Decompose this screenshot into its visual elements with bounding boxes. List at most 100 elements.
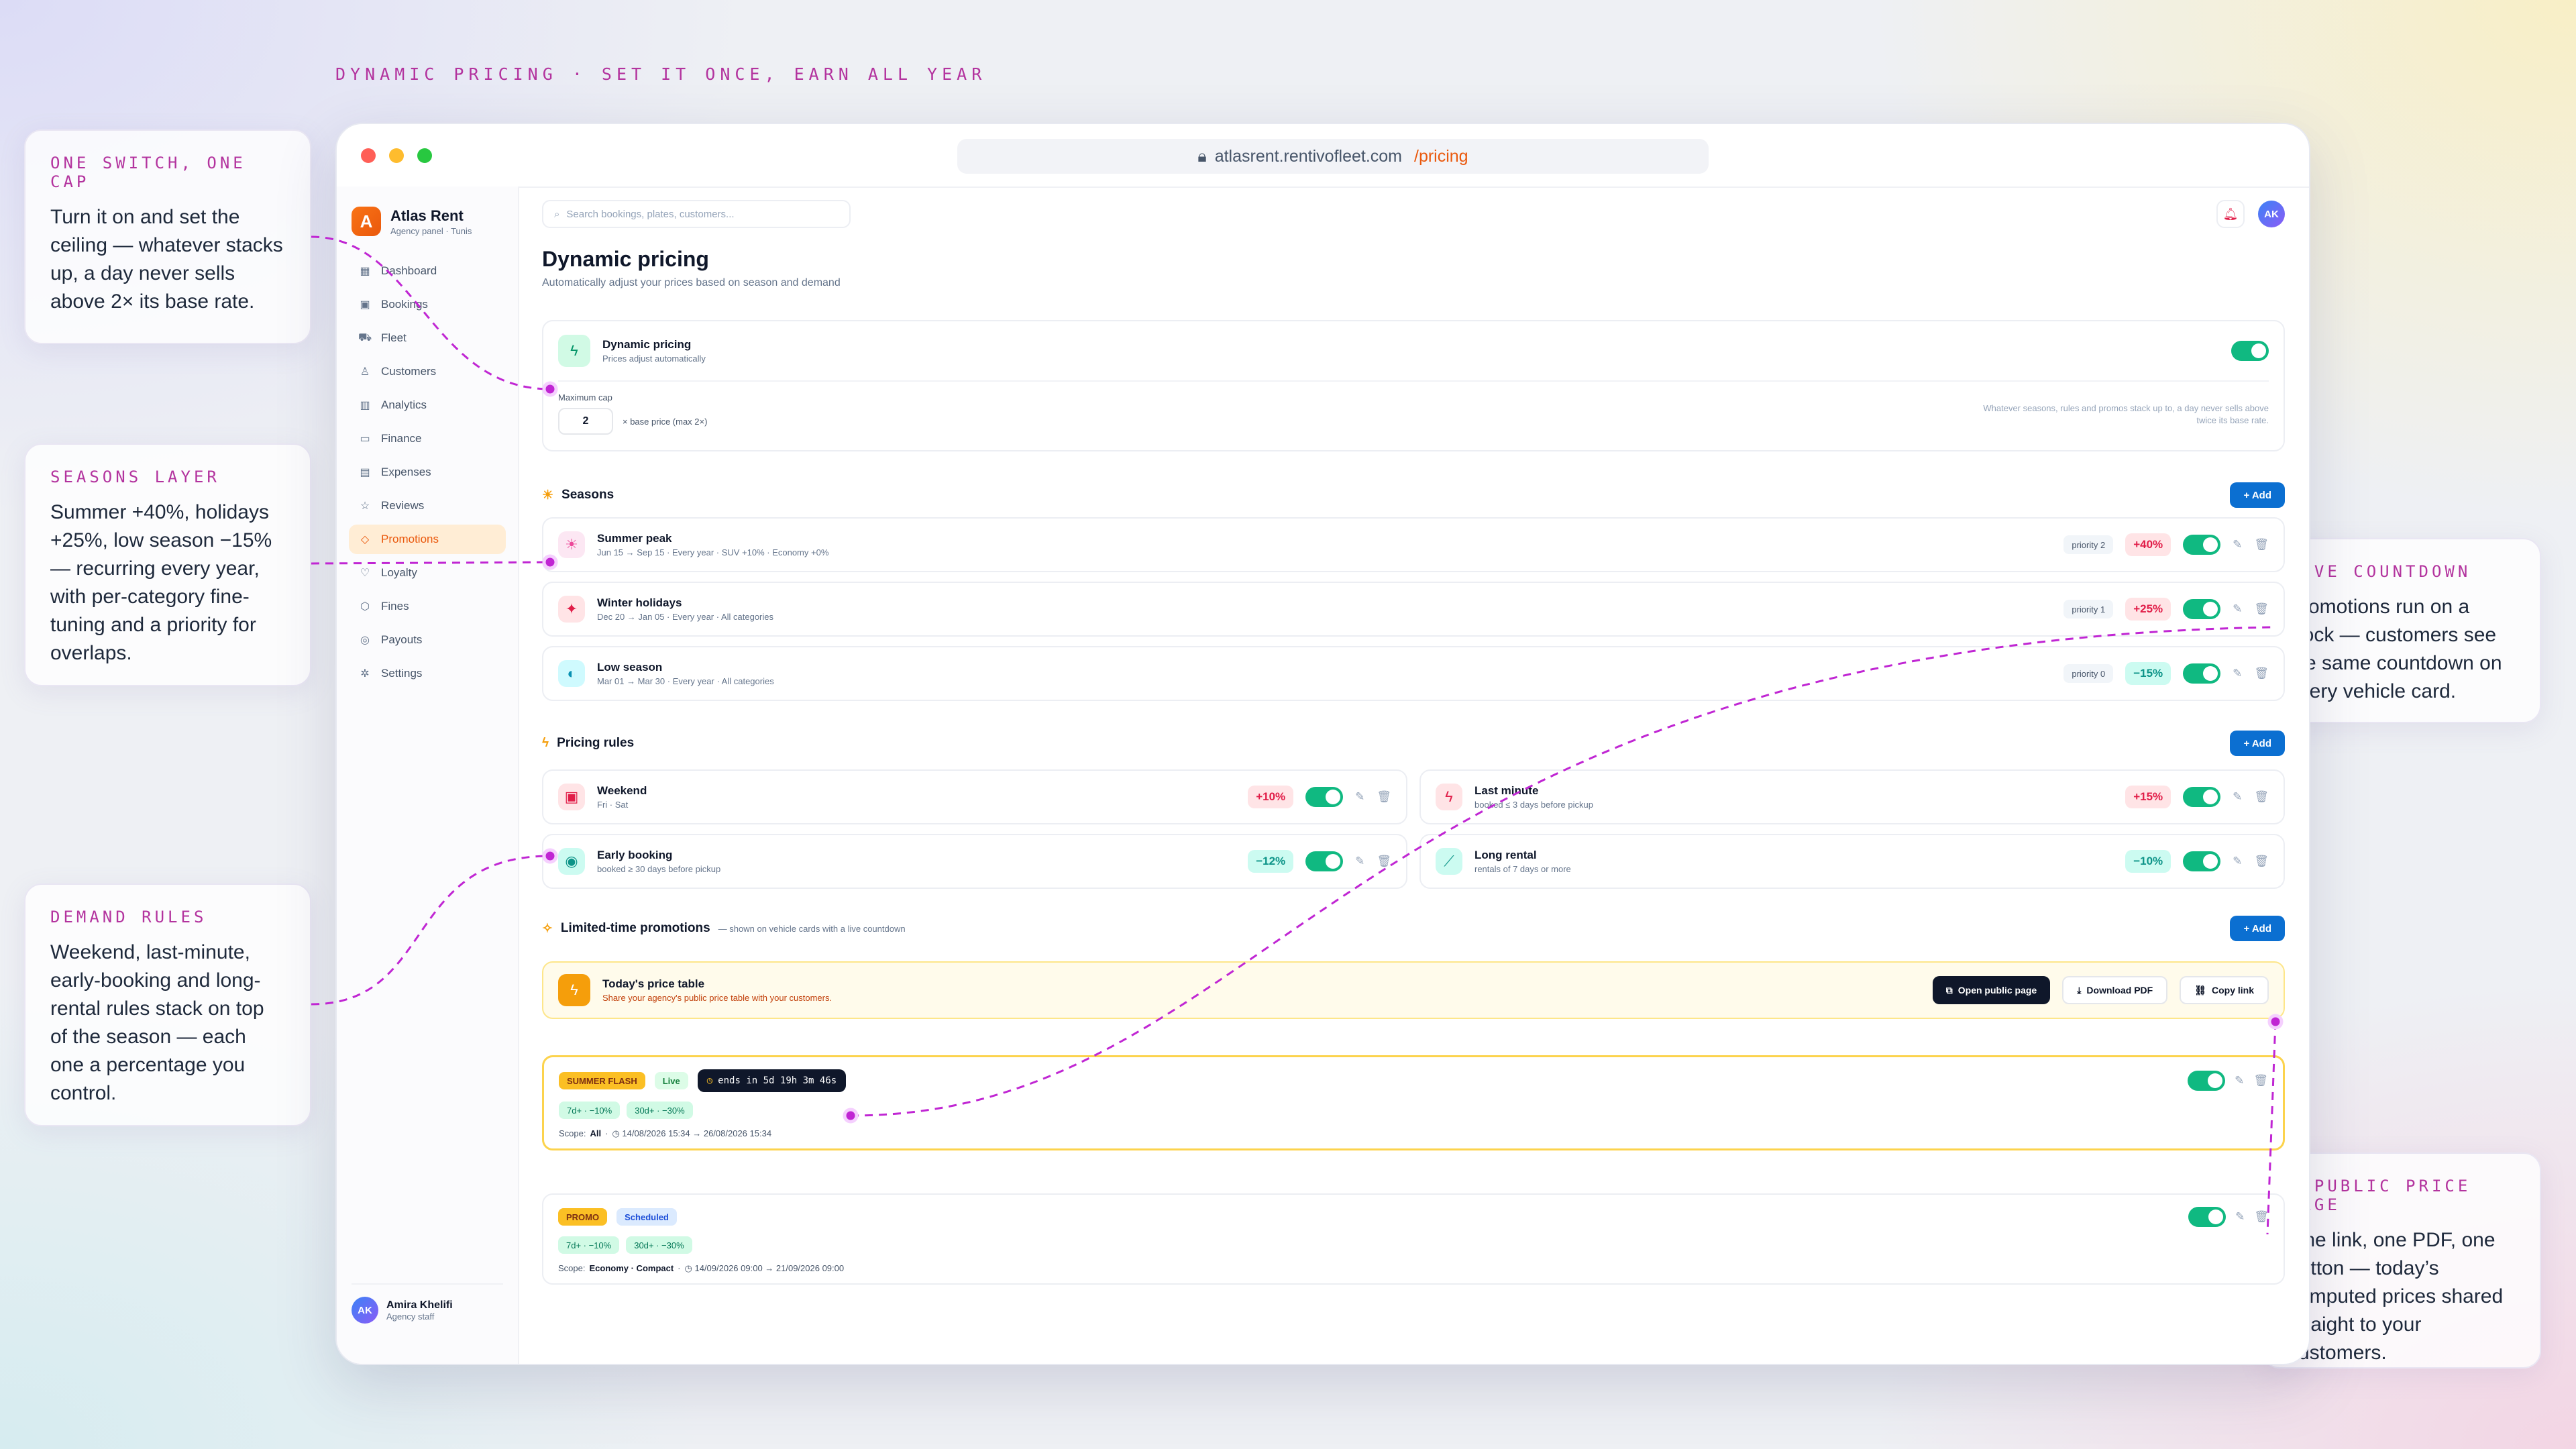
delete-icon[interactable]: 🗑︎	[1377, 855, 1391, 868]
delete-icon[interactable]: 🗑︎	[2254, 602, 2269, 616]
sidebar-item-fleet[interactable]: ⛟ Fleet	[349, 323, 506, 353]
sidebar-item-label: Analytics	[381, 398, 427, 411]
cap-input[interactable]: 2	[558, 408, 613, 435]
season-card[interactable]: ✦ Winter holidays Dec 20 → Jan 05 · Every …	[542, 582, 2285, 637]
callout-demand-rules: DEMAND RULES Weekend, last-minute, early…	[24, 883, 311, 1126]
edit-icon[interactable]: ✎	[2233, 790, 2242, 804]
copy-link-button[interactable]: ⛓ Copy link	[2180, 976, 2269, 1004]
zoom-dot[interactable]	[417, 148, 432, 163]
rule-toggle[interactable]	[2183, 787, 2221, 807]
promotions-list: SUMMER FLASH Live ◷ ends in 5d 19h 3m 46s ✎ 🗑…	[542, 1055, 2285, 1285]
sidebar-item-loyalty[interactable]: ♡ Loyalty	[349, 558, 506, 588]
rule-meta: booked ≥ 30 days before pickup	[597, 864, 721, 874]
callout-title: SEASONS LAYER	[50, 468, 220, 486]
search-input[interactable]: ⌕ Search bookings, plates, customers...	[542, 200, 851, 228]
rule-toggle[interactable]	[1305, 851, 1344, 871]
promo-toggle[interactable]	[2188, 1207, 2226, 1227]
callout-title: LIVE COUNTDOWN	[2288, 562, 2471, 581]
sidebar: A Atlas Rent Agency panel · Tunis ▦ Dashb…	[337, 186, 519, 1364]
price-table-subtitle: Share your agency's public price table w…	[602, 993, 833, 1003]
rules-header: ϟ Pricing rules + Add	[542, 731, 2285, 756]
sidebar-item-payouts[interactable]: ◎ Payouts	[349, 625, 506, 655]
season-icon: ◐	[558, 660, 585, 687]
add-rule-button[interactable]: + Add	[2230, 731, 2285, 756]
sidebar-item-label: Fines	[381, 600, 409, 612]
delete-icon[interactable]: 🗑︎	[1377, 790, 1391, 804]
sidebar-item-dashboard[interactable]: ▦ Dashboard	[349, 256, 506, 286]
close-dot[interactable]	[361, 148, 376, 163]
callout-one-switch: ONE SWITCH, ONE CAP Turn it on and set t…	[24, 129, 311, 344]
rule-card[interactable]: ◉ Early booking booked ≥ 30 days before pi…	[542, 834, 1407, 889]
season-toggle[interactable]	[2183, 599, 2221, 619]
brand-subtitle: Agency panel · Tunis	[390, 225, 472, 236]
open-public-page-button[interactable]: ⧉ Open public page	[1932, 976, 2051, 1004]
user-name: Amira Khelifi	[386, 1299, 453, 1311]
delete-icon[interactable]: 🗑︎	[2254, 1210, 2269, 1224]
header-avatar[interactable]: AK	[2258, 201, 2285, 227]
rule-toggle[interactable]	[2183, 851, 2221, 871]
bolt-icon: ϟ	[558, 974, 590, 1006]
url-bar[interactable]: 🔒︎ atlasrent.rentivofleet.com /pricing	[957, 139, 1709, 174]
season-toggle[interactable]	[2183, 663, 2221, 684]
dynamic-pricing-toggle[interactable]	[2231, 341, 2269, 361]
callout-body: Promotions run on a clock — customers se…	[2288, 596, 2502, 702]
promos-note: — shown on vehicle cards with a live cou…	[718, 923, 906, 934]
add-promotion-button[interactable]: + Add	[2230, 916, 2285, 941]
season-card[interactable]: ◐ Low season Mar 01 → Mar 30 · Every year …	[542, 646, 2285, 701]
edit-icon[interactable]: ✎	[2233, 602, 2242, 616]
delete-icon[interactable]: 🗑︎	[2254, 538, 2269, 551]
edit-icon[interactable]: ✎	[2233, 667, 2242, 680]
sidebar-item-label: Fleet	[381, 331, 407, 344]
delete-icon[interactable]: 🗑︎	[2253, 1074, 2268, 1087]
rule-name: Weekend	[597, 784, 647, 797]
sidebar-item-fines[interactable]: ⬡ Fines	[349, 592, 506, 621]
user-role: Agency staff	[386, 1311, 435, 1322]
season-icon: ✦	[558, 596, 585, 623]
sidebar-nav: ▦ Dashboard ▣ Bookings ⛟ Fleet ♙ Customers ▥ Anal…	[337, 256, 518, 688]
notification-bell-icon[interactable]: 🔔︎	[2216, 200, 2245, 228]
download-pdf-button[interactable]: ⤓ Download PDF	[2062, 976, 2168, 1004]
promotion-card[interactable]: PROMO Scheduled ✎ 🗑︎ 7d+ · −10% 30d+ · −30% Sc…	[542, 1193, 2285, 1285]
rule-card[interactable]: ⟋ Long rental rentals of 7 days or more −10…	[1419, 834, 2285, 889]
sidebar-item-analytics[interactable]: ▥ Analytics	[349, 390, 506, 420]
delete-icon[interactable]: 🗑︎	[2254, 667, 2269, 680]
rule-card[interactable]: ϟ Last minute booked ≤ 3 days before picku…	[1419, 769, 2285, 824]
rule-toggle[interactable]	[1305, 787, 1344, 807]
sidebar-item-customers[interactable]: ♙ Customers	[349, 357, 506, 386]
edit-icon[interactable]: ✎	[2233, 538, 2242, 551]
sidebar-item-finance[interactable]: ▭ Finance	[349, 424, 506, 453]
edit-icon[interactable]: ✎	[2235, 1210, 2245, 1224]
delete-icon[interactable]: 🗑︎	[2254, 790, 2269, 804]
sidebar-item-reviews[interactable]: ☆ Reviews	[349, 491, 506, 521]
loyalty-icon: ♡	[360, 568, 370, 579]
minimize-dot[interactable]	[389, 148, 404, 163]
analytics-icon: ▥	[360, 400, 370, 411]
promo-badge: PROMO	[558, 1208, 608, 1226]
sidebar-item-expenses[interactable]: ▤ Expenses	[349, 458, 506, 487]
sidebar-item-settings[interactable]: ✲ Settings	[349, 659, 506, 688]
delete-icon[interactable]: 🗑︎	[2254, 855, 2269, 868]
edit-icon[interactable]: ✎	[2233, 855, 2242, 868]
season-toggle[interactable]	[2183, 535, 2221, 555]
rule-card[interactable]: ▣ Weekend Fri · Sat +10% ✎ 🗑︎	[542, 769, 1407, 824]
season-card[interactable]: ☀ Summer peak Jun 15 → Sep 15 · Every year…	[542, 517, 2285, 572]
promotion-card[interactable]: SUMMER FLASH Live ◷ ends in 5d 19h 3m 46s ✎ 🗑…	[542, 1055, 2285, 1150]
edit-icon[interactable]: ✎	[1355, 855, 1364, 868]
scope-value: All	[590, 1128, 602, 1138]
avatar: AK	[352, 1297, 378, 1324]
finance-icon: ▭	[360, 433, 370, 445]
master-subtitle: Prices adjust automatically	[602, 354, 706, 364]
sidebar-item-label: Expenses	[381, 466, 431, 478]
promos-title: Limited-time promotions	[560, 921, 710, 935]
scope-label: Scope:	[559, 1128, 586, 1138]
user-profile[interactable]: AK Amira Khelifi Agency staff	[352, 1283, 503, 1324]
promo-toggle[interactable]	[2188, 1071, 2226, 1091]
edit-icon[interactable]: ✎	[2235, 1074, 2244, 1087]
rule-name: Early booking	[597, 849, 673, 861]
edit-icon[interactable]: ✎	[1355, 790, 1364, 804]
sidebar-item-label: Payouts	[381, 633, 423, 646]
sidebar-item-bookings[interactable]: ▣ Bookings	[349, 290, 506, 319]
add-season-button[interactable]: + Add	[2230, 482, 2285, 508]
sidebar-item-promotions[interactable]: ◇ Promotions	[349, 525, 506, 554]
season-meta: Mar 01 → Mar 30 · Every year · All categ…	[597, 676, 774, 686]
